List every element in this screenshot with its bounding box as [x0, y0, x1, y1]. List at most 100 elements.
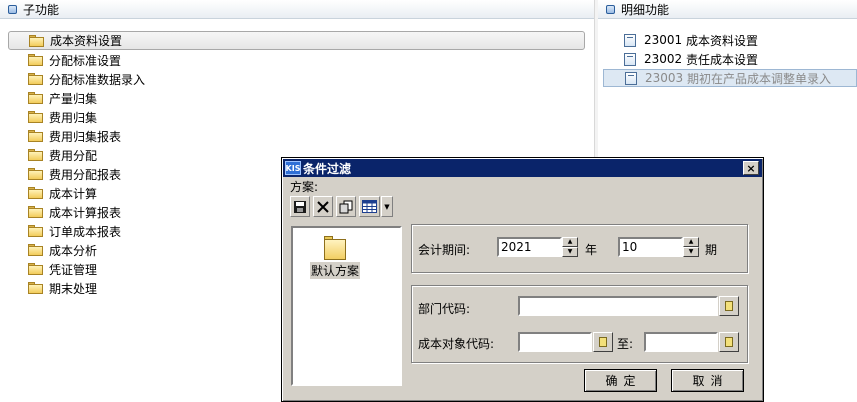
cost-object-from-input[interactable]	[518, 332, 592, 352]
folder-icon	[28, 111, 43, 123]
dialog-title: 条件过滤	[303, 161, 352, 176]
tree-item-label: 成本计算报表	[49, 205, 122, 220]
subfunction-title: 子功能	[23, 2, 60, 17]
tree-item[interactable]: 费用归集	[28, 108, 97, 126]
tree-item[interactable]: 凭证管理	[28, 260, 97, 278]
tree-item-label: 费用归集报表	[49, 129, 122, 144]
tree-item-label: 产量归集	[49, 91, 98, 106]
folder-icon	[28, 168, 43, 180]
tree-root-item[interactable]: 成本资料设置	[8, 31, 585, 50]
tree-item-label: 费用分配	[49, 148, 98, 163]
header-bullet-icon	[606, 4, 615, 14]
tree-item[interactable]: 费用分配	[28, 146, 97, 164]
detail-item-23001[interactable]: 23001 成本资料设置	[624, 31, 758, 49]
to-label: 至:	[617, 337, 634, 351]
copy-icon	[339, 200, 353, 213]
tree-item[interactable]: 订单成本报表	[28, 222, 121, 240]
tree-item[interactable]: 费用分配报表	[28, 165, 121, 183]
tree-item-label: 分配标准设置	[49, 53, 122, 68]
folder-icon	[28, 244, 43, 256]
cost-object-to-input[interactable]	[644, 332, 718, 352]
tree-item-label: 成本分析	[49, 243, 98, 258]
tree-item[interactable]: 产量归集	[28, 89, 97, 107]
folder-icon	[28, 282, 43, 294]
year-input[interactable]: 2021	[497, 237, 562, 257]
document-icon	[625, 71, 637, 85]
table-icon	[362, 200, 377, 213]
delete-button[interactable]	[313, 196, 333, 217]
cancel-button[interactable]: 取消	[671, 369, 744, 392]
dept-code-input[interactable]	[518, 296, 718, 316]
tree-item[interactable]: 成本分析	[28, 241, 97, 259]
detail-item-23003[interactable]: 23003 期初在产品成本调整单录入	[603, 69, 857, 87]
lookup-icon	[725, 301, 733, 311]
document-icon	[624, 52, 636, 66]
header-bullet-icon	[8, 4, 17, 14]
save-icon	[294, 200, 306, 213]
detail-function-header: 明细功能	[598, 0, 857, 19]
copy-button[interactable]	[336, 196, 356, 217]
period-unit-label: 期	[705, 243, 718, 257]
detail-code: 23003	[645, 71, 684, 85]
detail-name: 成本资料设置	[686, 33, 759, 48]
lookup-icon	[725, 337, 733, 347]
spin-down-icon[interactable]: ▼	[683, 247, 699, 257]
period-label: 会计期间:	[418, 243, 471, 257]
tree-item-label: 订单成本报表	[49, 224, 122, 239]
kis-app-icon: KIS	[285, 161, 301, 175]
tree-item[interactable]: 费用归集报表	[28, 127, 121, 145]
cost-object-from-lookup-button[interactable]	[593, 332, 613, 352]
detail-name: 期初在产品成本调整单录入	[687, 71, 832, 86]
folder-icon	[28, 92, 43, 104]
folder-icon	[28, 187, 43, 199]
dialog-titlebar[interactable]: KIS 条件过滤 ×	[283, 159, 762, 177]
detail-item-23002[interactable]: 23002 责任成本设置	[624, 50, 758, 68]
spin-up-icon[interactable]: ▲	[683, 237, 699, 247]
folder-icon	[28, 225, 43, 237]
spin-up-icon[interactable]: ▲	[562, 237, 578, 247]
detail-code: 23002	[644, 52, 683, 66]
condition-filter-dialog: KIS 条件过滤 × 方案: ▼ 默认方案 会计期间: 2021 ▲ ▼ 年 1…	[281, 157, 764, 402]
dropdown-arrow-button[interactable]: ▼	[381, 196, 393, 217]
detail-name: 责任成本设置	[686, 52, 759, 67]
period-input[interactable]: 10	[618, 237, 683, 257]
folder-icon	[28, 263, 43, 275]
document-icon	[624, 33, 636, 47]
folder-icon	[28, 130, 43, 142]
tree-item-label: 凭证管理	[49, 262, 98, 277]
tree-item-label: 分配标准数据录入	[49, 72, 146, 87]
tree-root-label: 成本资料设置	[50, 34, 123, 48]
cost-object-code-label: 成本对象代码:	[418, 337, 495, 351]
tree-item-label: 费用分配报表	[49, 167, 122, 182]
tree-item[interactable]: 分配标准数据录入	[28, 70, 145, 88]
tree-item[interactable]: 成本计算	[28, 184, 97, 202]
year-stepper[interactable]: ▲ ▼	[562, 237, 578, 257]
folder-icon	[29, 34, 44, 47]
delete-icon	[317, 200, 329, 213]
period-stepper[interactable]: ▲ ▼	[683, 237, 699, 257]
subfunction-header: 子功能	[0, 0, 594, 19]
dept-lookup-button[interactable]	[719, 296, 739, 316]
cost-object-to-lookup-button[interactable]	[719, 332, 739, 352]
folder-icon	[28, 73, 43, 85]
save-button[interactable]	[290, 196, 310, 217]
tree-item-label: 费用归集	[49, 110, 98, 125]
folder-icon	[28, 206, 43, 218]
tree-item[interactable]: 成本计算报表	[28, 203, 121, 221]
detail-code: 23001	[644, 33, 683, 47]
tree-item-label: 成本计算	[49, 186, 98, 201]
scheme-item-default[interactable]: 默认方案	[305, 236, 365, 279]
tree-item[interactable]: 分配标准设置	[28, 51, 121, 69]
table-view-button[interactable]	[359, 196, 380, 217]
folder-icon	[324, 236, 346, 260]
tree-item-label: 期末处理	[49, 281, 98, 296]
ok-button[interactable]: 确定	[584, 369, 657, 392]
folder-icon	[28, 54, 43, 66]
spin-down-icon[interactable]: ▼	[562, 247, 578, 257]
year-unit-label: 年	[585, 243, 598, 257]
close-button[interactable]: ×	[743, 161, 759, 175]
scheme-list[interactable]: 默认方案	[291, 226, 402, 386]
folder-icon	[28, 149, 43, 161]
tree-item[interactable]: 期末处理	[28, 279, 97, 297]
dept-code-label: 部门代码:	[418, 302, 471, 316]
